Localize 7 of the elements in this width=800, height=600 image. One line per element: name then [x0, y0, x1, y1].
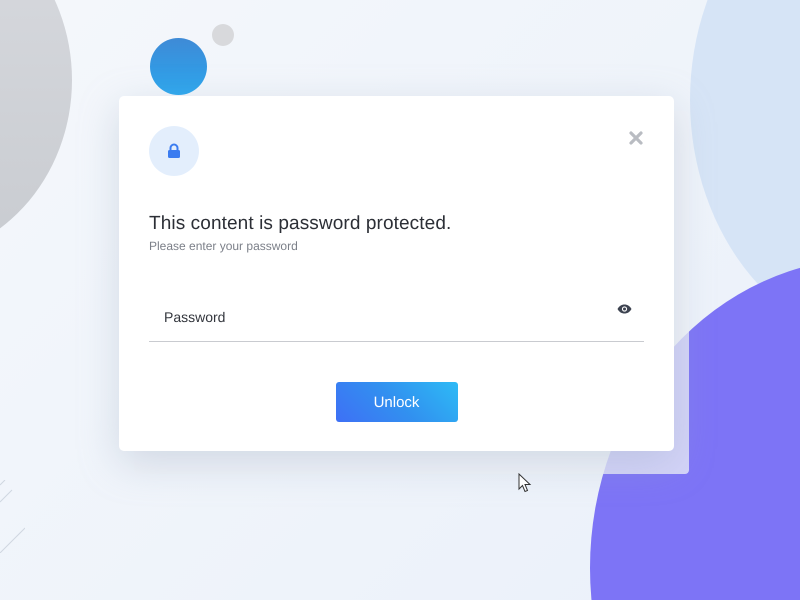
decorative-circle — [212, 24, 234, 46]
dialog-title: This content is password protected. — [149, 213, 452, 235]
lock-icon — [149, 126, 199, 176]
dialog-subtitle: Please enter your password — [149, 239, 299, 253]
eye-icon[interactable] — [617, 304, 632, 314]
unlock-button[interactable]: Unlock — [336, 382, 458, 422]
mouse-pointer-icon — [518, 473, 532, 493]
